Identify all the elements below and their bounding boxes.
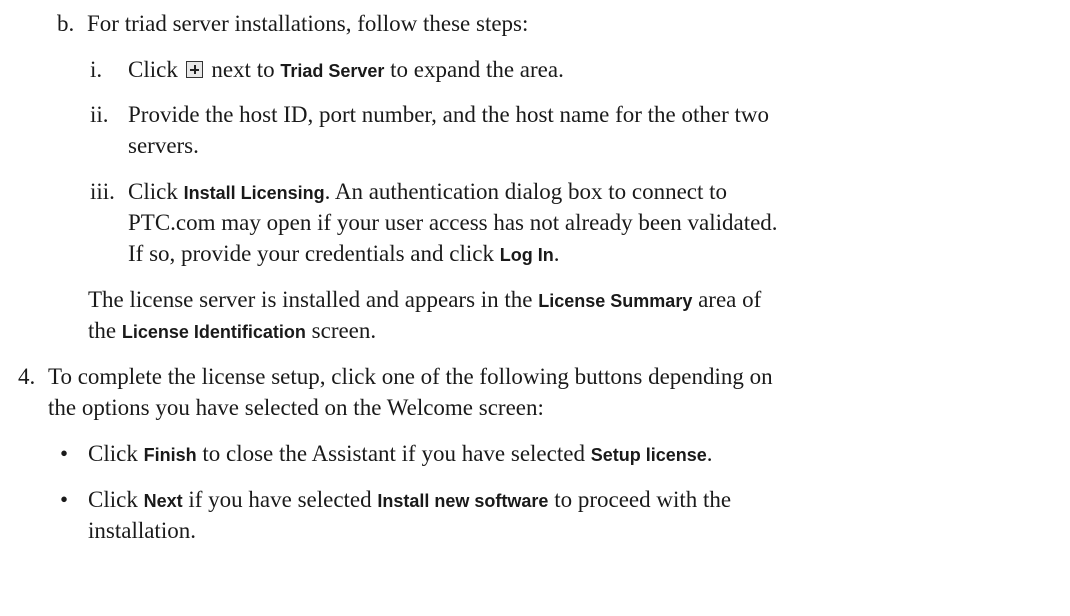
result-line1: The license server is installed and appe… (88, 287, 762, 312)
log-in-label: Log In (499, 245, 554, 265)
substep-iii-line2: PTC.com may open if your user access has… (128, 210, 778, 235)
bullet-2-marker: • (60, 487, 69, 512)
substep-ii-line1: Provide the host ID, port number, and th… (128, 102, 770, 127)
license-identification-label: License Identification (121, 322, 306, 342)
bullet-1-text: Click Finish to close the Assistant if y… (88, 441, 713, 466)
substep-i-marker: i. (90, 57, 103, 82)
bullet-2-line2: installation. (88, 518, 196, 543)
next-label: Next (143, 491, 183, 511)
bullet-2-line1: Click Next if you have selected Install … (88, 487, 732, 512)
install-licensing-label: Install Licensing (183, 183, 325, 203)
bullet-1-marker: • (60, 441, 69, 466)
license-summary-label: License Summary (538, 291, 693, 311)
substep-i-text: Click next to Triad Server to expand the… (128, 57, 564, 82)
triad-server-label: Triad Server (280, 61, 385, 81)
result-line2: the License Identification screen. (88, 318, 377, 343)
step-4-line2: the options you have selected on the Wel… (48, 395, 544, 420)
setup-license-label: Setup license (590, 445, 707, 465)
step-b-text: For triad server installations, follow t… (87, 11, 529, 36)
install-new-software-label: Install new software (377, 491, 549, 511)
substep-ii-line2: servers. (128, 133, 199, 158)
finish-label: Finish (143, 445, 197, 465)
document-page: b. For triad server installations, follo… (0, 0, 1070, 616)
expand-plus-icon (185, 61, 203, 78)
substep-iii-marker: iii. (90, 179, 115, 204)
step-b-marker: b. (57, 11, 75, 36)
substep-ii-marker: ii. (90, 102, 109, 127)
substep-iii-line1: Click Install Licensing. An authenticati… (128, 179, 728, 204)
step-4-line1: To complete the license setup, click one… (48, 364, 773, 389)
substep-iii-line3: If so, provide your credentials and clic… (128, 241, 560, 266)
step-4-marker: 4. (18, 364, 36, 389)
